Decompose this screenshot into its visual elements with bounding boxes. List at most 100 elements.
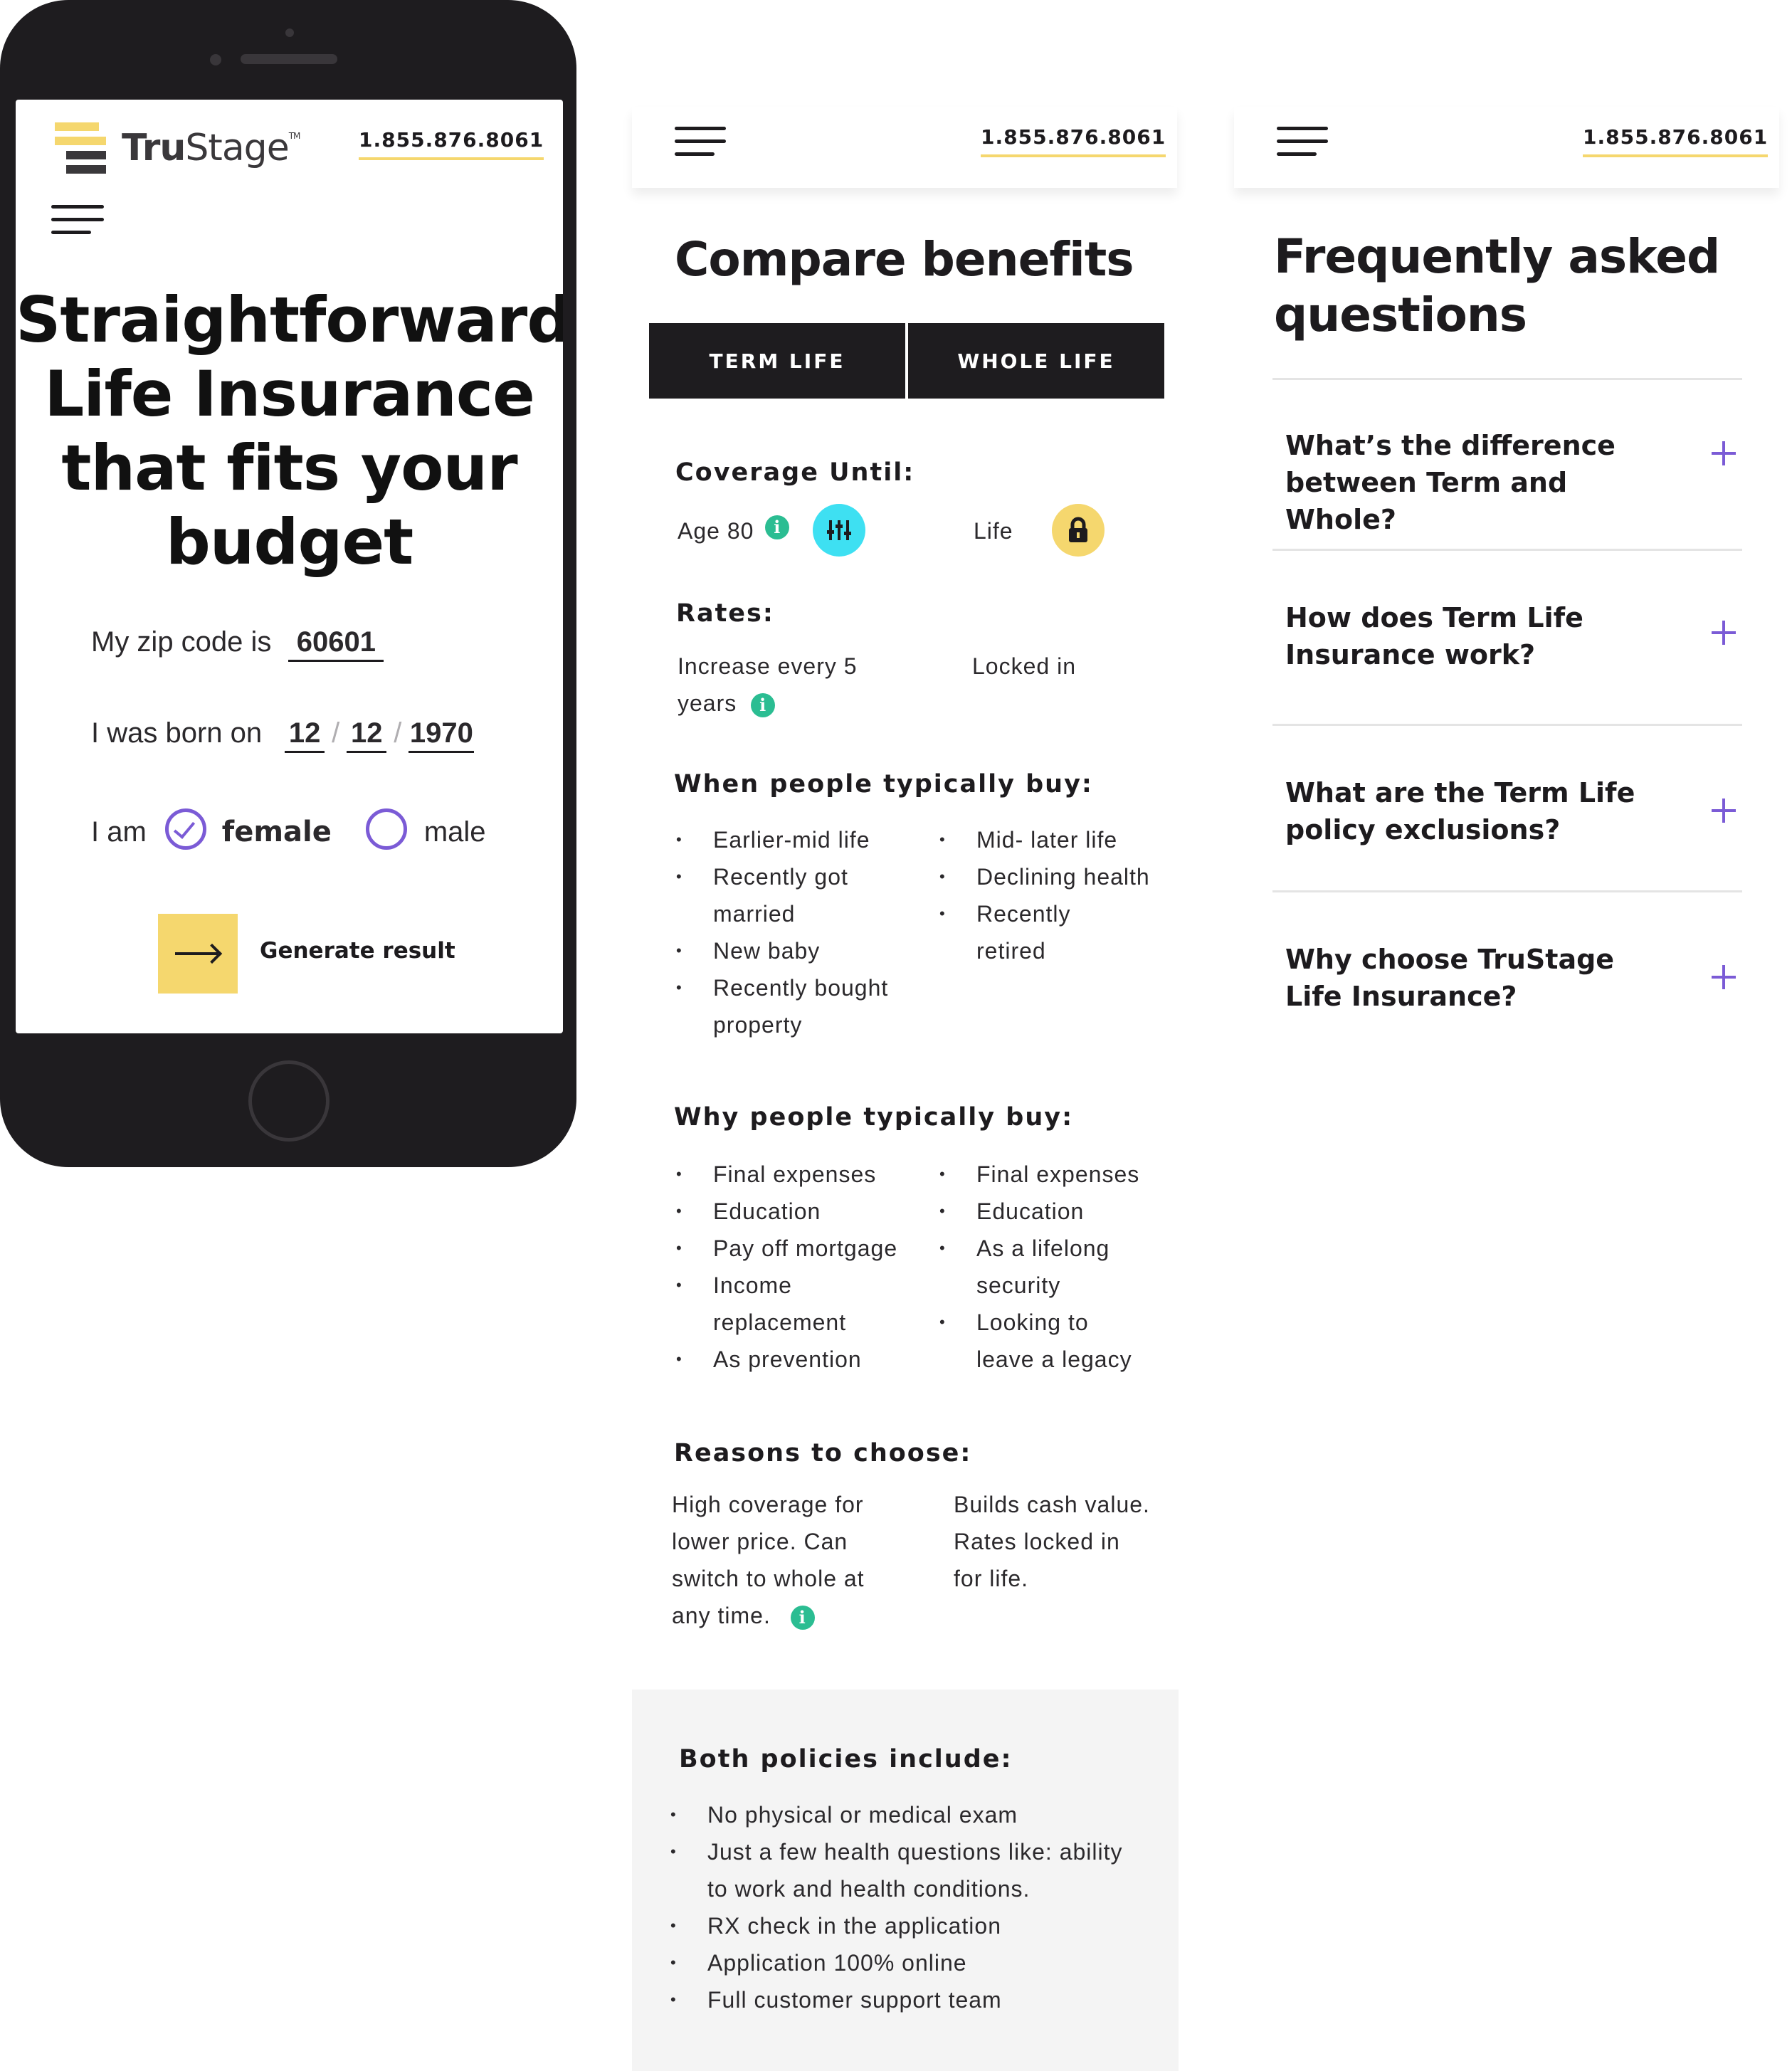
reasons-term-line: any time. — [672, 1603, 771, 1628]
both-heading: Both policies include: — [679, 1745, 1013, 1774]
logo-mark-icon — [55, 122, 106, 174]
faq-divider — [1272, 890, 1742, 892]
info-icon[interactable]: i — [790, 1605, 815, 1630]
coverage-term-value: Age 80 — [678, 518, 754, 544]
list-item: Incomereplacement — [676, 1267, 932, 1341]
list-item: No physical or medical exam — [670, 1796, 1169, 1833]
plus-icon[interactable] — [1712, 799, 1736, 823]
list-item: Recentlyretired — [939, 895, 1174, 969]
plus-icon[interactable] — [1712, 621, 1736, 645]
list-item: Recently boughtproperty — [676, 969, 932, 1043]
female-radio[interactable] — [164, 808, 206, 850]
faq-question[interactable]: What’s the difference between Term and Wh… — [1285, 427, 1684, 538]
phone-number-link[interactable]: 1.855.876.8061 — [981, 125, 1166, 157]
plus-icon[interactable] — [1712, 441, 1736, 465]
gender-label: I am — [91, 816, 147, 848]
tab-whole-life[interactable]: WHOLE LIFE — [908, 323, 1164, 399]
list-item: As a lifelongsecurity — [939, 1230, 1174, 1304]
when-term-list: Earlier-mid life Recently gotmarried New… — [676, 821, 932, 1043]
hero-line: that fits your — [61, 431, 517, 505]
compare-header: 1.855.876.8061 — [632, 107, 1177, 188]
phone-frame: TruStageTM 1.855.876.8061 Straightforwar… — [0, 0, 576, 1167]
sliders-icon[interactable] — [813, 504, 865, 557]
reasons-whole-line: Builds cash value. — [954, 1492, 1150, 1517]
logo-wordmark: TruStageTM — [122, 127, 300, 169]
lock-icon[interactable] — [1052, 504, 1105, 557]
rates-term-line: Increase every 5 — [678, 653, 858, 679]
phone-home-button — [248, 1060, 330, 1142]
menu-icon[interactable] — [675, 127, 727, 158]
reasons-whole-line: Rates locked in — [954, 1529, 1120, 1554]
hero-line: Straightforward — [16, 283, 563, 357]
info-icon[interactable]: i — [765, 515, 790, 539]
why-whole-list: Final expenses Education As a lifelongse… — [939, 1156, 1174, 1378]
dob-label: I was born on — [91, 717, 263, 749]
faq-title-line: questions — [1274, 288, 1527, 342]
list-item: Application 100% online — [670, 1944, 1169, 1981]
faq-divider — [1272, 724, 1742, 726]
generate-result-button[interactable] — [158, 914, 238, 994]
reasons-term: High coverage for lower price. Can switc… — [672, 1486, 928, 1634]
compare-title: Compare benefits — [675, 232, 1134, 287]
faq-question[interactable]: Why choose TruStage Life Insurance? — [1285, 941, 1684, 1015]
faq-title-line: Frequently asked — [1274, 229, 1720, 284]
rates-whole-value: Locked in — [972, 653, 1076, 679]
why-term-list: Final expenses Education Pay off mortgag… — [676, 1156, 932, 1378]
plus-icon[interactable] — [1712, 965, 1736, 989]
faq-header: 1.855.876.8061 — [1234, 107, 1779, 188]
hero-line: budget — [165, 505, 413, 579]
info-icon[interactable]: i — [751, 692, 776, 717]
list-item: Final expenses — [939, 1156, 1174, 1193]
list-item: Mid- later life — [939, 821, 1174, 858]
rates-heading: Rates: — [676, 599, 774, 628]
dob-separator: / — [394, 717, 402, 749]
faq-divider — [1272, 378, 1742, 380]
list-item: RX check in the application — [670, 1907, 1169, 1944]
male-radio[interactable] — [365, 808, 407, 850]
list-item: New baby — [676, 932, 932, 969]
reasons-term-line: High coverage for — [672, 1492, 864, 1517]
gender-row: I am female male — [91, 800, 486, 850]
dob-row: I was born on 12 / 12 / 1970 — [91, 717, 475, 753]
male-label[interactable]: male — [424, 816, 486, 848]
phone-number-link[interactable]: 1.855.876.8061 — [1583, 125, 1769, 157]
dob-day-input[interactable]: 12 — [347, 717, 387, 753]
dob-separator: / — [332, 717, 340, 749]
phone-screen: TruStageTM 1.855.876.8061 Straightforwar… — [16, 100, 563, 1033]
zip-label: My zip code is — [91, 626, 272, 658]
rates-term: Increase every 5 years i — [678, 648, 919, 722]
list-item: Earlier-mid life — [676, 821, 932, 858]
trustage-logo[interactable]: TruStageTM — [55, 121, 300, 175]
list-item: Education — [676, 1193, 932, 1230]
list-item: Looking toleave a legacy — [939, 1304, 1174, 1378]
faq-title: Frequently asked questions — [1274, 228, 1720, 344]
coverage-whole-value: Life — [974, 518, 1013, 544]
zip-row: My zip code is 60601 — [91, 626, 384, 662]
dob-month-input[interactable]: 12 — [285, 717, 325, 753]
list-item: Just a few health questions like: abilit… — [670, 1833, 1169, 1907]
list-item: Education — [939, 1193, 1174, 1230]
zip-input[interactable]: 60601 — [288, 626, 384, 662]
faq-question[interactable]: What are the Term Life policy exclusions? — [1285, 774, 1684, 848]
menu-icon[interactable] — [1277, 127, 1329, 158]
coverage-heading: Coverage Until: — [675, 458, 915, 487]
menu-icon[interactable] — [51, 205, 104, 236]
reasons-whole: Builds cash value. Rates locked in for l… — [954, 1486, 1174, 1597]
list-item: Pay off mortgage — [676, 1230, 932, 1267]
dob-year-input[interactable]: 1970 — [409, 717, 475, 753]
both-policies-list: No physical or medical exam Just a few h… — [670, 1796, 1169, 2018]
when-whole-list: Mid- later life Declining health Recentl… — [939, 821, 1174, 969]
generate-result-label[interactable]: Generate result — [260, 938, 455, 964]
reasons-whole-line: for life. — [954, 1566, 1029, 1591]
female-label[interactable]: female — [222, 816, 332, 848]
list-item: Declining health — [939, 858, 1174, 895]
list-item: Final expenses — [676, 1156, 932, 1193]
reasons-term-line: lower price. Can — [672, 1529, 848, 1554]
arrow-right-icon — [175, 952, 218, 955]
tab-term-life[interactable]: TERM LIFE — [649, 323, 905, 399]
phone-number-link[interactable]: 1.855.876.8061 — [359, 128, 544, 160]
list-item: Full customer support team — [670, 1981, 1169, 2018]
reasons-heading: Reasons to choose: — [674, 1439, 972, 1467]
faq-question[interactable]: How does Term Life Insurance work? — [1285, 599, 1684, 673]
phone-sensor — [210, 54, 221, 65]
